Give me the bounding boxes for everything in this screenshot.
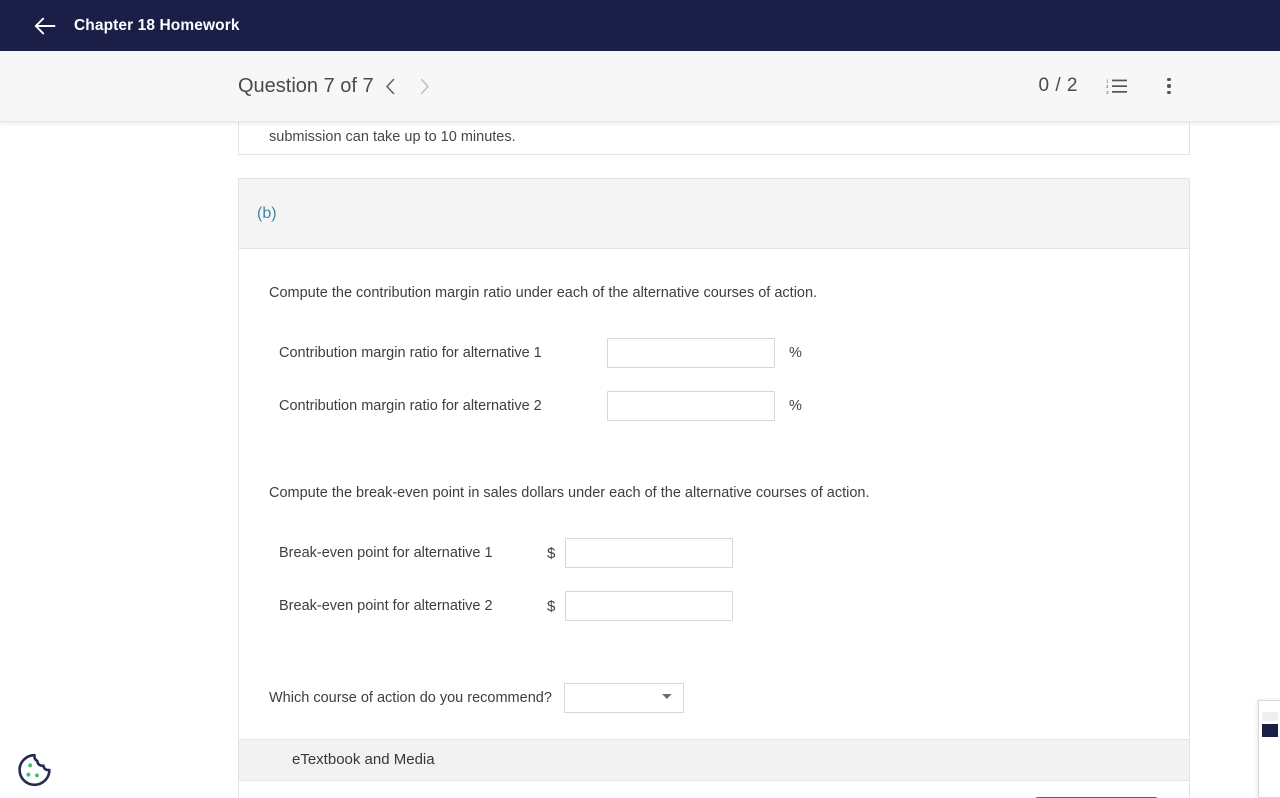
be-input-1[interactable]	[565, 538, 733, 568]
instructions-text: submission can take up to 10 minutes.	[269, 129, 516, 145]
question-toolbar: Question 7 of 7 0 / 2 1 2 3	[0, 51, 1280, 122]
question-counter: Question 7 of 7	[238, 74, 374, 97]
app-header: Chapter 18 Homework	[0, 0, 1280, 51]
break-even-rows: Break-even point for alternative 1 $ Bre…	[269, 527, 1159, 633]
app-title: Chapter 18 Homework	[74, 16, 240, 34]
edge-panel-navy-bar	[1262, 724, 1278, 737]
svg-text:3: 3	[1106, 90, 1109, 95]
instructions-card: submission can take up to 10 minutes.	[238, 122, 1190, 155]
cm-row-1: Contribution margin ratio for alternativ…	[269, 327, 1159, 380]
be-currency-1: $	[547, 544, 556, 562]
next-question-button[interactable]	[408, 69, 442, 103]
numbered-list-icon[interactable]: 1 2 3	[1104, 73, 1130, 99]
question-toolbar-left: Question 7 of 7	[238, 69, 442, 103]
svg-text:2: 2	[1106, 84, 1109, 89]
recommendation-row: Which course of action do you recommend?…	[269, 682, 1159, 713]
back-arrow-icon[interactable]	[32, 13, 58, 39]
edge-panel-placeholder-bar	[1262, 712, 1278, 721]
etextbook-and-media-bar[interactable]: eTextbook and Media	[239, 738, 1189, 781]
be-row-2: Break-even point for alternative 2 $	[269, 580, 1159, 633]
score-display: 0 / 2	[1038, 75, 1078, 96]
recommendation-select[interactable]: Alternative 1Alternative 2	[563, 682, 684, 713]
cm-unit-2: %	[789, 398, 802, 415]
cm-label-2: Contribution margin ratio for alternativ…	[279, 398, 542, 415]
be-currency-2: $	[547, 597, 556, 615]
cm-unit-1: %	[789, 345, 802, 362]
cookie-icon[interactable]	[14, 750, 54, 790]
kebab-dot	[1167, 77, 1171, 82]
part-b-card: (b) Compute the contribution margin rati…	[238, 178, 1190, 798]
part-label: (b)	[257, 204, 277, 222]
kebab-menu-icon[interactable]	[1156, 73, 1182, 99]
svg-text:1: 1	[1106, 79, 1109, 84]
cm-input-2[interactable]	[607, 391, 775, 422]
be-input-2[interactable]	[565, 591, 733, 621]
edge-floating-panel[interactable]	[1258, 700, 1280, 798]
kebab-dot	[1167, 84, 1171, 88]
cm-row-2: Contribution margin ratio for alternativ…	[269, 380, 1159, 433]
kebab-dot	[1167, 90, 1171, 95]
cm-label-1: Contribution margin ratio for alternativ…	[279, 345, 542, 362]
etextbook-label: eTextbook and Media	[292, 751, 435, 768]
be-row-1: Break-even point for alternative 1 $	[269, 527, 1159, 580]
prompt-break-even: Compute the break-even point in sales do…	[269, 484, 870, 501]
answer-actions-footer: Save for Later Attempts: 0 of 3 used Sub…	[239, 781, 1189, 798]
recommendation-label: Which course of action do you recommend?	[269, 689, 552, 706]
cm-input-1[interactable]	[607, 338, 775, 369]
part-b-body: Compute the contribution margin ratio un…	[239, 249, 1189, 798]
be-label-2: Break-even point for alternative 2	[279, 598, 493, 614]
question-toolbar-right: 0 / 2 1 2 3	[1039, 73, 1182, 99]
question-scroll-area[interactable]: submission can take up to 10 minutes. (b…	[0, 122, 1280, 798]
prompt-contribution-margin: Compute the contribution margin ratio un…	[269, 285, 818, 301]
contribution-margin-rows: Contribution margin ratio for alternativ…	[269, 327, 1159, 433]
previous-question-button[interactable]	[374, 69, 408, 103]
be-label-1: Break-even point for alternative 1	[279, 545, 493, 561]
part-b-header: (b)	[239, 179, 1189, 249]
